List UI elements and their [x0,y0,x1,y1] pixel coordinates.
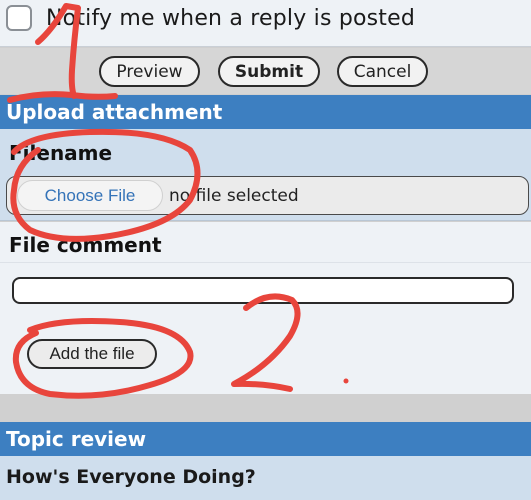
filename-label: Filename [9,141,113,165]
divider [0,262,531,263]
filename-panel: Filename Choose File no file selected [0,129,531,221]
file-input[interactable]: Choose File no file selected [6,176,529,215]
notify-row: Notify me when a reply is posted [0,0,531,47]
topic-title: How's Everyone Doing? [6,466,256,488]
preview-button[interactable]: Preview [99,56,200,87]
submit-button[interactable]: Submit [218,56,320,87]
upload-attachment-header: Upload attachment [0,95,531,129]
file-status-text: no file selected [169,186,299,206]
choose-file-button[interactable]: Choose File [17,180,163,211]
file-comment-panel: File comment Add the file [0,222,531,394]
notify-label[interactable]: Notify me when a reply is posted [46,6,415,31]
topic-title-row: How's Everyone Doing? [0,456,531,500]
divider [0,394,531,422]
cancel-button[interactable]: Cancel [337,56,428,87]
notify-checkbox[interactable] [6,5,32,31]
file-comment-input[interactable] [12,277,514,304]
file-comment-label: File comment [9,233,162,257]
form-actions: Preview Submit Cancel [0,48,531,94]
topic-review-header: Topic review [0,422,531,456]
add-file-button[interactable]: Add the file [27,339,157,369]
